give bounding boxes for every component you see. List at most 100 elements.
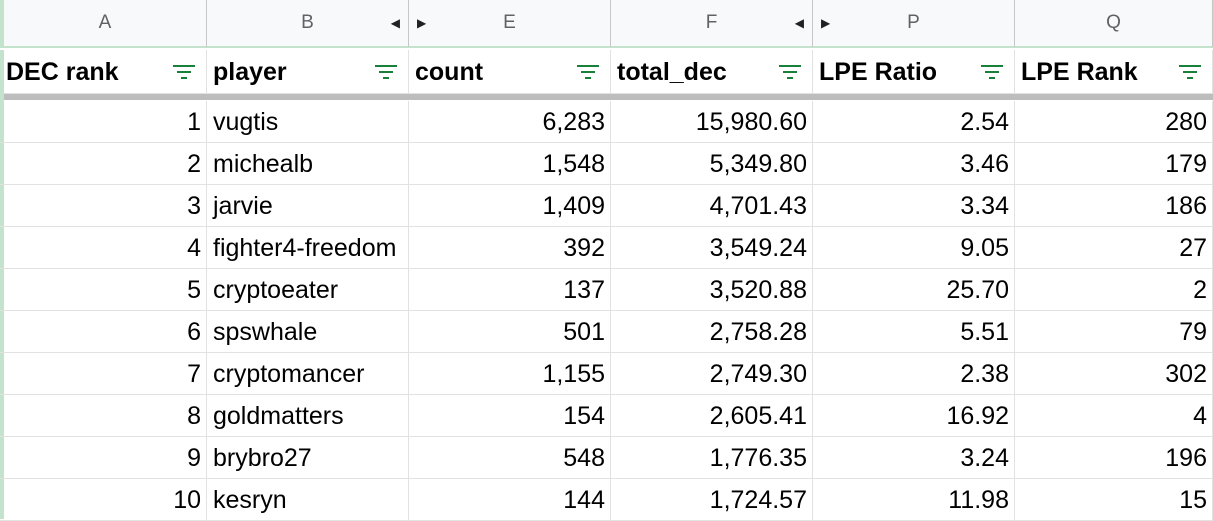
table-cell[interactable]: 9 xyxy=(0,437,207,479)
table-cell[interactable]: 2,749.30 xyxy=(611,353,813,395)
table-cell[interactable]: vugtis xyxy=(207,101,409,143)
table-cell[interactable]: 5.51 xyxy=(813,311,1015,353)
table-cell[interactable]: 1,776.35 xyxy=(611,437,813,479)
column-letter-e[interactable]: E ▶ xyxy=(409,0,611,48)
header-label: count xyxy=(415,57,484,86)
table-cell[interactable]: 1,724.57 xyxy=(611,479,813,521)
table-cell[interactable]: 2 xyxy=(1015,269,1213,311)
table-cell[interactable]: 548 xyxy=(409,437,611,479)
table-cell[interactable]: 137 xyxy=(409,269,611,311)
filter-icon[interactable] xyxy=(778,63,802,81)
column-letter-label: F xyxy=(705,12,718,33)
table-cell[interactable]: 186 xyxy=(1015,185,1213,227)
column-letter-p[interactable]: P ▶ xyxy=(813,0,1015,48)
table-cell[interactable]: jarvie xyxy=(207,185,409,227)
header-cell[interactable]: LPE Rank xyxy=(1015,50,1213,94)
header-cell[interactable]: total_dec xyxy=(611,50,813,94)
table-cell[interactable]: 179 xyxy=(1015,143,1213,185)
collapse-left-icon[interactable]: ◀ xyxy=(795,17,804,29)
table-cell[interactable]: 3 xyxy=(0,185,207,227)
table-cell[interactable]: spswhale xyxy=(207,311,409,353)
column-letter-b[interactable]: B ◀ xyxy=(207,0,409,48)
header-label: LPE Ratio xyxy=(819,57,938,86)
collapse-right-icon[interactable]: ▶ xyxy=(417,17,426,29)
table-row: 10 kesryn 144 1,724.57 11.98 15 xyxy=(0,479,1213,521)
table-cell[interactable]: 302 xyxy=(1015,353,1213,395)
header-cell[interactable]: DEC rank xyxy=(0,50,207,94)
table-cell[interactable]: 2.54 xyxy=(813,101,1015,143)
header-cell[interactable]: player xyxy=(207,50,409,94)
table-cell[interactable]: 1 xyxy=(0,101,207,143)
header-label: LPE Rank xyxy=(1021,57,1138,86)
column-letter-label: A xyxy=(98,12,112,33)
table-cell[interactable]: 3.34 xyxy=(813,185,1015,227)
table-row: 8 goldmatters 154 2,605.41 16.92 4 xyxy=(0,395,1213,437)
table-cell[interactable]: goldmatters xyxy=(207,395,409,437)
table-cell[interactable]: 3.46 xyxy=(813,143,1015,185)
table-cell[interactable]: 154 xyxy=(409,395,611,437)
table-cell[interactable]: 3,520.88 xyxy=(611,269,813,311)
table-cell[interactable]: 196 xyxy=(1015,437,1213,479)
table-cell[interactable]: 4 xyxy=(1015,395,1213,437)
table-cell[interactable]: 4,701.43 xyxy=(611,185,813,227)
column-letter-label: E xyxy=(503,12,516,33)
table-cell[interactable]: 1,409 xyxy=(409,185,611,227)
header-cell[interactable]: LPE Ratio xyxy=(813,50,1015,94)
frozen-row-divider[interactable] xyxy=(0,94,1213,100)
table-row: 2 michealb 1,548 5,349.80 3.46 179 xyxy=(0,143,1213,185)
column-letter-label: B xyxy=(301,12,314,33)
filter-icon[interactable] xyxy=(1178,63,1202,81)
table-cell[interactable]: 79 xyxy=(1015,311,1213,353)
table-cell[interactable]: 16.92 xyxy=(813,395,1015,437)
table-cell[interactable]: 1,155 xyxy=(409,353,611,395)
table-cell[interactable]: 3,549.24 xyxy=(611,227,813,269)
table-row: 5 cryptoeater 137 3,520.88 25.70 2 xyxy=(0,269,1213,311)
table-cell[interactable]: michealb xyxy=(207,143,409,185)
table-cell[interactable]: 2,758.28 xyxy=(611,311,813,353)
table-row: 1 vugtis 6,283 15,980.60 2.54 280 xyxy=(0,101,1213,143)
table-cell[interactable]: 2 xyxy=(0,143,207,185)
column-letter-label: Q xyxy=(1106,12,1121,33)
header-cell[interactable]: count xyxy=(409,50,611,94)
table-cell[interactable]: 501 xyxy=(409,311,611,353)
table-cell[interactable]: 1,548 xyxy=(409,143,611,185)
filter-icon[interactable] xyxy=(576,63,600,81)
table-cell[interactable]: 3.24 xyxy=(813,437,1015,479)
collapse-left-icon[interactable]: ◀ xyxy=(391,17,400,29)
table-cell[interactable]: 280 xyxy=(1015,101,1213,143)
table-cell[interactable]: 5 xyxy=(0,269,207,311)
filter-icon[interactable] xyxy=(374,63,398,81)
table-cell[interactable]: 7 xyxy=(0,353,207,395)
table-cell[interactable]: 10 xyxy=(0,479,207,521)
table-cell[interactable]: cryptoeater xyxy=(207,269,409,311)
table-row: 9 brybro27 548 1,776.35 3.24 196 xyxy=(0,437,1213,479)
table-cell[interactable]: 6,283 xyxy=(409,101,611,143)
table-cell[interactable]: 144 xyxy=(409,479,611,521)
spreadsheet-grid: A B ◀ E ▶ F ◀ P ▶ Q DEC rank player count total_dec L… xyxy=(0,0,1213,521)
table-cell[interactable]: 27 xyxy=(1015,227,1213,269)
table-cell[interactable]: 6 xyxy=(0,311,207,353)
table-cell[interactable]: 15,980.60 xyxy=(611,101,813,143)
header-row: DEC rank player count total_dec LPE Ratio LPE… xyxy=(0,50,1213,94)
table-cell[interactable]: cryptomancer xyxy=(207,353,409,395)
table-cell[interactable]: 4 xyxy=(0,227,207,269)
table-cell[interactable]: 25.70 xyxy=(813,269,1015,311)
column-letter-f[interactable]: F ◀ xyxy=(611,0,813,48)
table-cell[interactable]: 2.38 xyxy=(813,353,1015,395)
table-cell[interactable]: brybro27 xyxy=(207,437,409,479)
table-row: 3 jarvie 1,409 4,701.43 3.34 186 xyxy=(0,185,1213,227)
table-cell[interactable]: 9.05 xyxy=(813,227,1015,269)
table-cell[interactable]: fighter4-freedom xyxy=(207,227,409,269)
collapse-right-icon[interactable]: ▶ xyxy=(821,17,830,29)
table-cell[interactable]: 392 xyxy=(409,227,611,269)
filter-icon[interactable] xyxy=(980,63,1004,81)
column-letter-a[interactable]: A xyxy=(0,0,207,48)
table-cell[interactable]: 5,349.80 xyxy=(611,143,813,185)
table-cell[interactable]: 15 xyxy=(1015,479,1213,521)
table-cell[interactable]: kesryn xyxy=(207,479,409,521)
filter-icon[interactable] xyxy=(172,63,196,81)
table-cell[interactable]: 2,605.41 xyxy=(611,395,813,437)
table-cell[interactable]: 11.98 xyxy=(813,479,1015,521)
table-cell[interactable]: 8 xyxy=(0,395,207,437)
column-letter-q[interactable]: Q xyxy=(1015,0,1213,48)
